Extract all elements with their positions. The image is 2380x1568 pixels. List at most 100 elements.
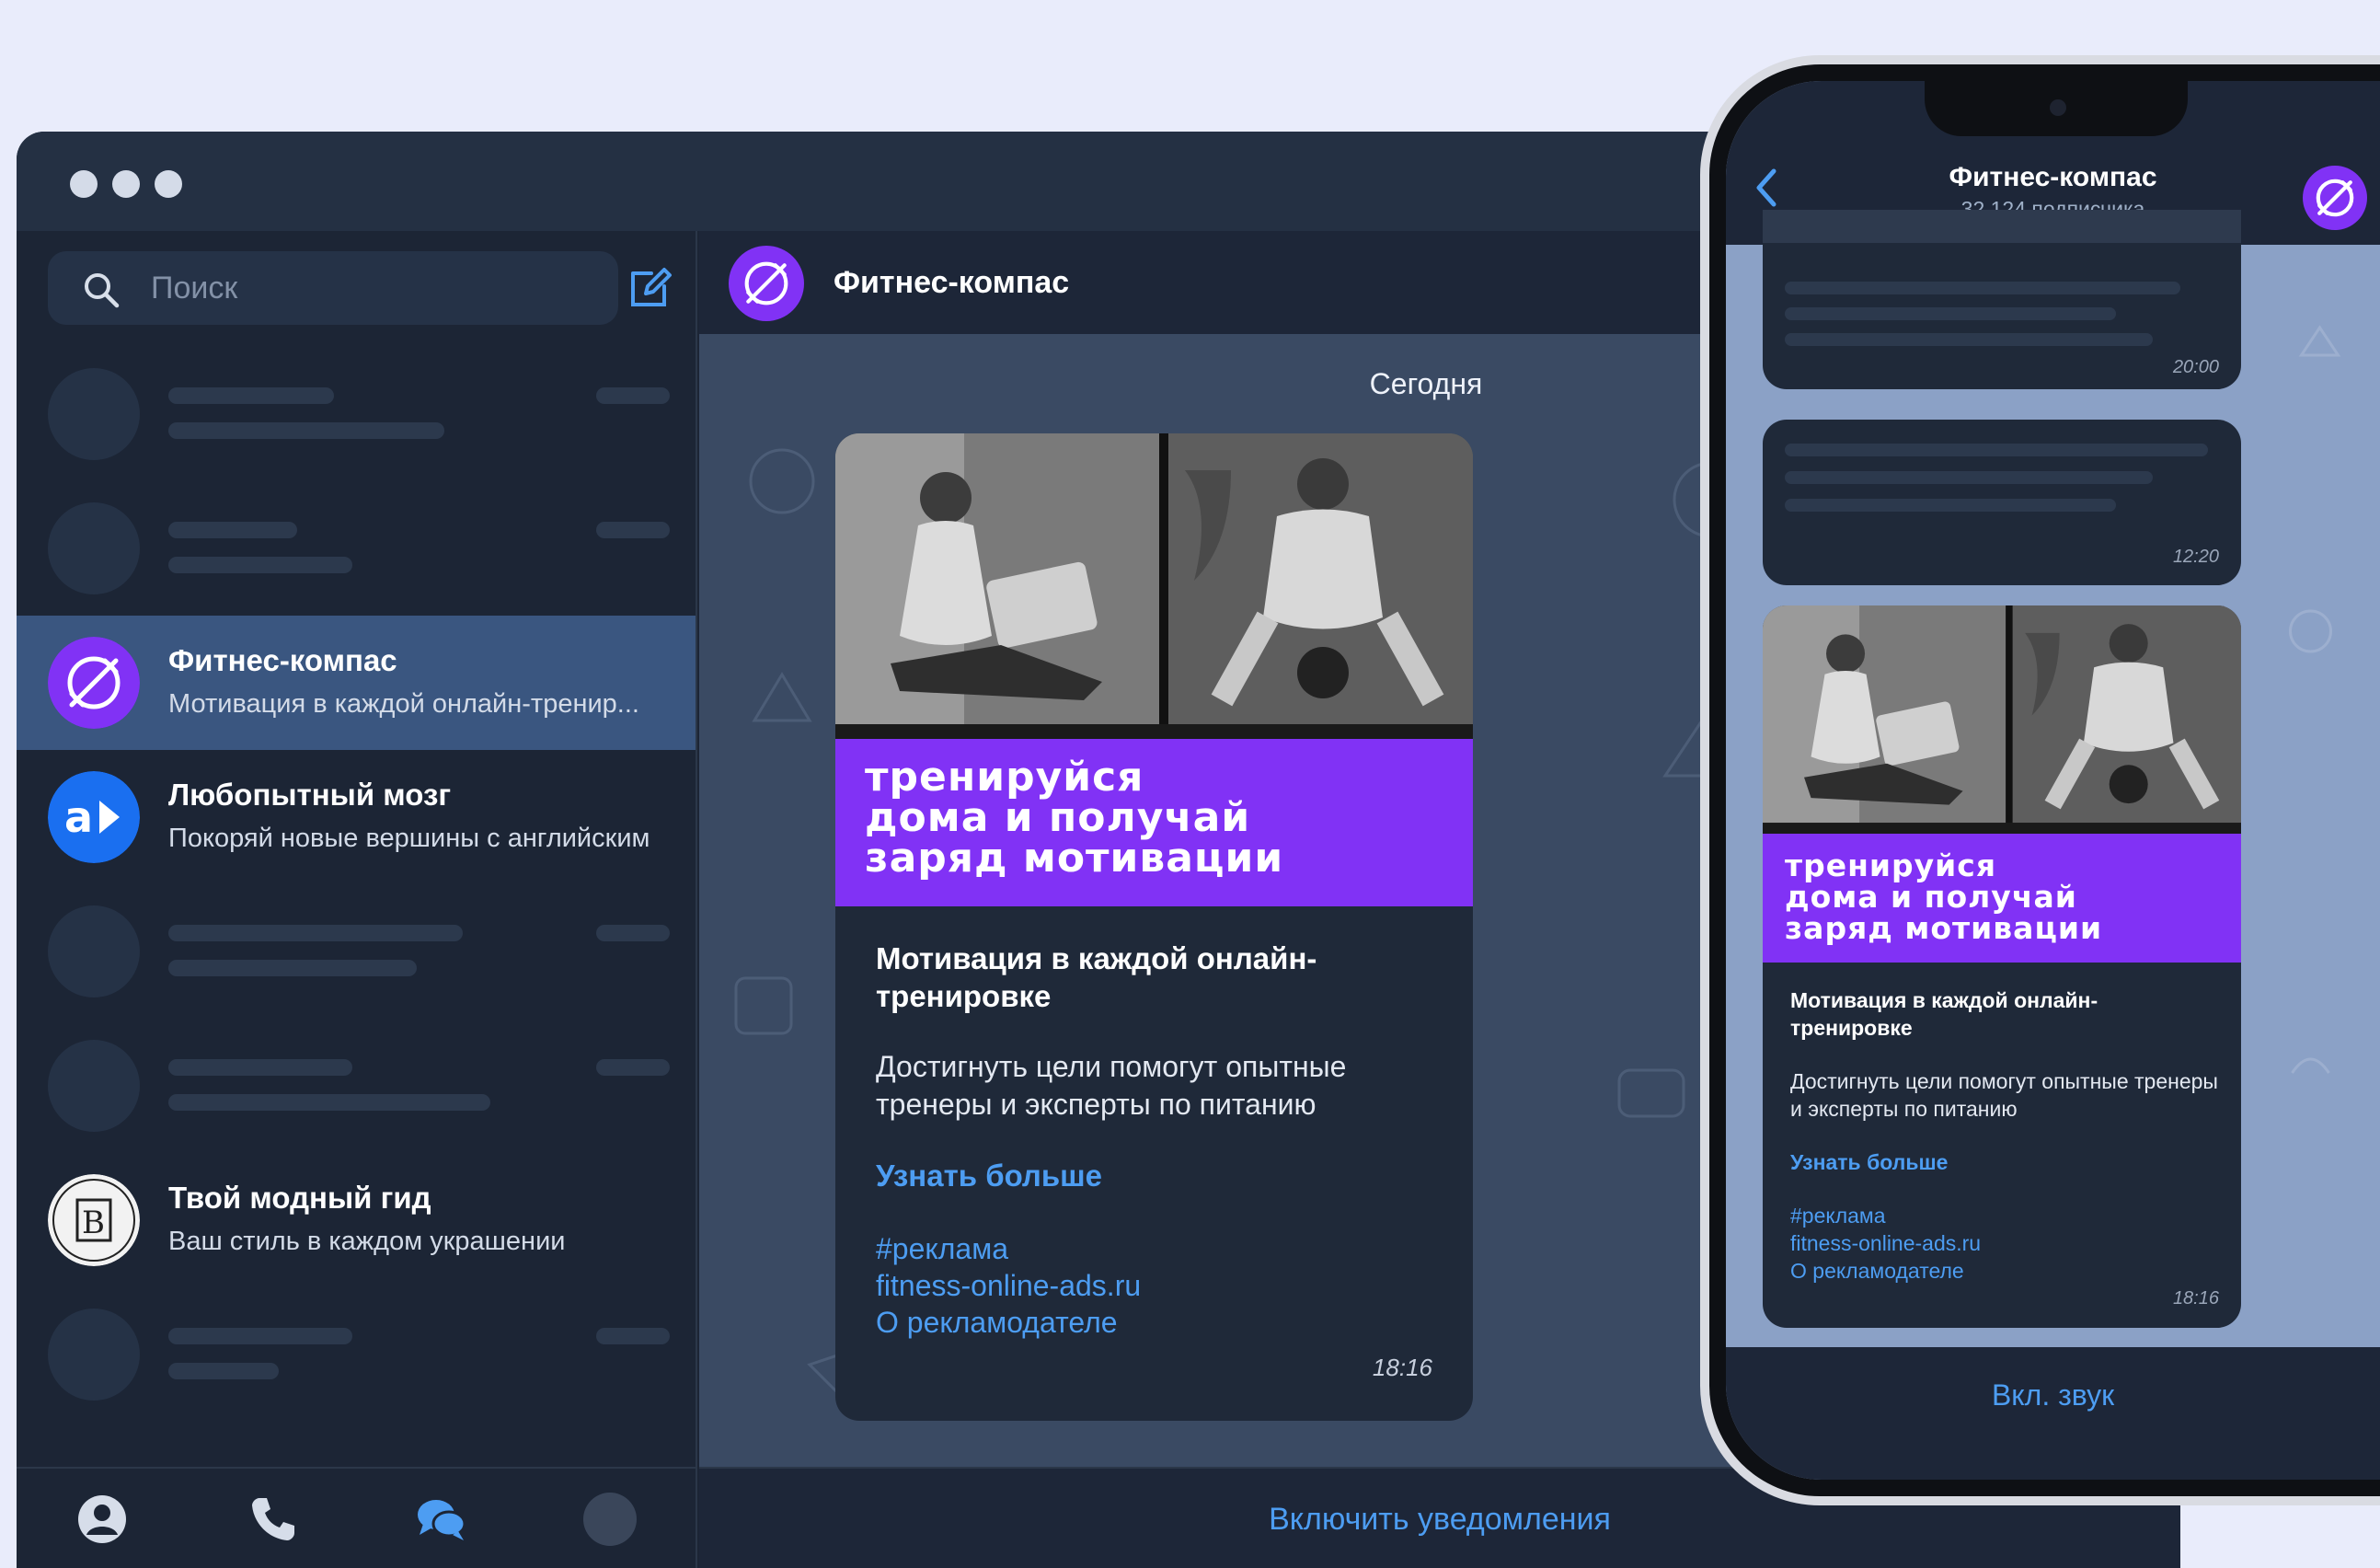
- fashion-guide-logo-icon: B: [48, 1174, 140, 1266]
- skeleton-line: [168, 1059, 352, 1076]
- chat-row-placeholder[interactable]: [17, 884, 696, 1019]
- unmute-button[interactable]: Вкл. звук: [1726, 1378, 2380, 1412]
- advertiser-site-link[interactable]: fitness-online-ads.ru: [1790, 1231, 1981, 1256]
- phone-footer: Вкл. звук: [1726, 1347, 2380, 1480]
- avatar-placeholder: [48, 905, 140, 997]
- about-advertiser-link[interactable]: О рекламодателе: [876, 1306, 1118, 1340]
- search-icon: [85, 273, 120, 308]
- post-title: Мотивация в каждой онлайн-тренировке: [1790, 988, 2098, 1040]
- post-body: Достигнуть цели помогут опытные тренеры …: [876, 1050, 1347, 1121]
- compose-icon[interactable]: [627, 264, 673, 310]
- skeleton-line: [1785, 333, 2153, 346]
- banner-line: тренируйся: [1785, 847, 1997, 883]
- chat-preview: Покоряй новые вершины с английским: [168, 824, 650, 853]
- skeleton-line: [1785, 471, 2153, 484]
- skeleton-line: [596, 1059, 670, 1076]
- camera-dot: [2050, 99, 2066, 116]
- banner-line: тренируйся: [865, 754, 1144, 801]
- post-image: [835, 433, 1473, 739]
- skeleton-line: [596, 387, 670, 404]
- svg-text:B: B: [82, 1205, 105, 1241]
- skeleton-line: [168, 522, 297, 538]
- chat-row-fitness-compass[interactable]: Фитнес-компас Мотивация в каждой онлайн-…: [17, 616, 696, 750]
- bubble-time: 20:00: [2172, 357, 2219, 377]
- skeleton-line: [596, 522, 670, 538]
- svg-text:a: a: [64, 792, 93, 842]
- skeleton-line: [168, 925, 463, 941]
- chat-name: Твой модный гид: [168, 1181, 431, 1215]
- banner-line: заряд мотивации: [865, 835, 1284, 882]
- skeleton-line: [168, 557, 352, 573]
- window-close-dot[interactable]: [70, 170, 98, 198]
- learn-more-link[interactable]: Узнать больше: [1790, 1150, 1948, 1175]
- phone-chat-title[interactable]: Фитнес-компас: [1726, 162, 2380, 193]
- post-title: Мотивация в каждой онлайн-тренировке: [876, 941, 1317, 1013]
- curious-brain-logo-icon: a: [48, 771, 140, 863]
- chat-row-placeholder[interactable]: [17, 1287, 696, 1422]
- chat-row-curious-brain[interactable]: a Любопытный мозг Покоряй новые вершины …: [17, 750, 696, 884]
- profile-icon[interactable]: [75, 1493, 129, 1546]
- phone-bezel: Фитнес-компас 32 124 подписчика 20:00 12…: [1709, 64, 2380, 1496]
- search-placeholder: Поиск: [151, 271, 238, 306]
- avatar-placeholder: [48, 502, 140, 594]
- post-body: Достигнуть цели помогут опытные тренеры …: [1790, 1069, 2218, 1121]
- message-bubble: 12:20: [1763, 420, 2241, 585]
- chat-row-placeholder[interactable]: [17, 1019, 696, 1153]
- learn-more-link[interactable]: Узнать больше: [876, 1159, 1102, 1193]
- phone-icon[interactable]: [247, 1493, 300, 1546]
- banner-line: дома и получай: [865, 794, 1251, 841]
- chat-title[interactable]: Фитнес-компас: [834, 231, 1069, 334]
- skeleton-line: [1785, 499, 2116, 512]
- message-bubble: 20:00: [1763, 210, 2241, 389]
- date-separator: Сегодня: [1369, 367, 1483, 400]
- sponsored-post: тренируйся дома и получай заряд мотиваци…: [835, 433, 1473, 1421]
- phone-screen: Фитнес-компас 32 124 подписчика 20:00 12…: [1726, 81, 2380, 1480]
- skeleton-line: [596, 1328, 670, 1344]
- bubble-image-placeholder: [1763, 210, 2241, 243]
- fitness-logo-icon: [48, 637, 140, 729]
- avatar-placeholder: [48, 1040, 140, 1132]
- skeleton-line: [168, 1363, 279, 1379]
- bottom-navigation: [17, 1467, 696, 1568]
- post-banner: тренируйся дома и получай заряд мотиваци…: [835, 739, 1473, 906]
- window-maximize-dot[interactable]: [155, 170, 182, 198]
- advertiser-site-link[interactable]: fitness-online-ads.ru: [876, 1269, 1141, 1303]
- about-advertiser-link[interactable]: О рекламодателе: [1790, 1259, 1964, 1284]
- chat-row-placeholder[interactable]: [17, 347, 696, 481]
- skeleton-line: [168, 422, 444, 439]
- chat-row-fashion-guide[interactable]: B Твой модный гид Ваш стиль в каждом укр…: [17, 1153, 696, 1287]
- phone-sponsored-post: тренируйся дома и получай заряд мотиваци…: [1763, 605, 2241, 1328]
- fitness-logo-icon[interactable]: [2303, 166, 2367, 230]
- search-input[interactable]: Поиск: [48, 251, 618, 325]
- post-banner: тренируйся дома и получай заряд мотиваци…: [1763, 834, 2241, 963]
- account-avatar[interactable]: [583, 1493, 637, 1546]
- avatar-placeholder: [48, 1309, 140, 1401]
- hashtag-link[interactable]: #реклама: [1790, 1204, 1886, 1228]
- chat-preview: Ваш стиль в каждом украшении: [168, 1227, 566, 1256]
- post-time: 18:16: [1372, 1354, 1432, 1381]
- skeleton-line: [1785, 282, 2180, 294]
- chats-icon[interactable]: [414, 1493, 467, 1546]
- sidebar: Поиск Фитнес-компас Мотивация в каждой о…: [17, 231, 697, 1568]
- phone-frame: Фитнес-компас 32 124 подписчика 20:00 12…: [1700, 55, 2380, 1505]
- phone-notch: [1925, 81, 2188, 136]
- skeleton-line: [1785, 307, 2116, 320]
- chat-name: Любопытный мозг: [168, 778, 452, 812]
- banner-line: заряд мотивации: [1785, 910, 2103, 946]
- bubble-time: 12:20: [2172, 547, 2219, 567]
- post-image: [1763, 605, 2241, 834]
- banner-line: дома и получай: [1785, 879, 2077, 915]
- skeleton-line: [596, 925, 670, 941]
- avatar-placeholder: [48, 368, 140, 460]
- hashtag-link[interactable]: #реклама: [876, 1232, 1008, 1266]
- skeleton-line: [168, 1328, 352, 1344]
- skeleton-line: [168, 1094, 490, 1111]
- chat-list: Фитнес-компас Мотивация в каждой онлайн-…: [17, 347, 696, 1422]
- fitness-logo-icon[interactable]: [729, 246, 804, 321]
- skeleton-line: [168, 960, 417, 976]
- skeleton-line: [168, 387, 334, 404]
- chat-row-placeholder[interactable]: [17, 481, 696, 616]
- chat-preview: Мотивация в каждой онлайн-тренир...: [168, 689, 639, 719]
- window-minimize-dot[interactable]: [112, 170, 140, 198]
- chat-name: Фитнес-компас: [168, 643, 397, 677]
